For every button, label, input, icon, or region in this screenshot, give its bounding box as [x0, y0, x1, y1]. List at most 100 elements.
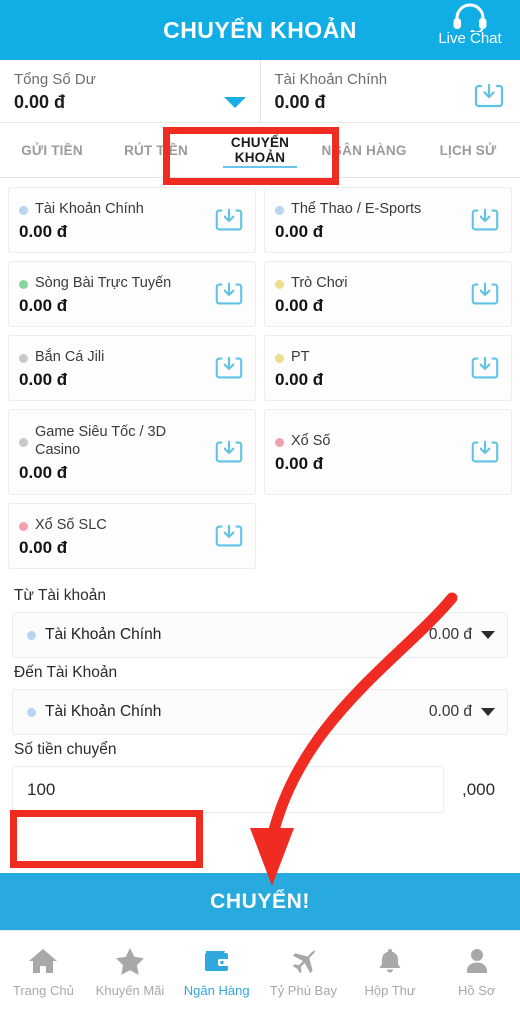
- caret-down-icon[interactable]: [223, 97, 246, 108]
- wallet-amount: 0.00 đ: [19, 222, 68, 241]
- download-tray-icon[interactable]: [213, 520, 247, 554]
- tab-label: NGÂN HÀNG: [321, 142, 407, 158]
- wallet-name: Xổ Số: [291, 433, 331, 449]
- wallet-card[interactable]: Sòng Bài Trực Tuyến 0.00 đ: [8, 261, 256, 327]
- nav-item-ngan-hang[interactable]: Ngân Hàng: [173, 931, 260, 1024]
- live-chat-button[interactable]: Live Chat: [426, 2, 514, 47]
- amount-row: ,000: [12, 766, 508, 813]
- wallet-card[interactable]: Game Siêu Tốc / 3D Casino 0.00 đ: [8, 409, 256, 495]
- nav-label: Ngân Hàng: [183, 983, 250, 998]
- content-area: Tài Khoản Chính 0.00 đ Thể Thao / E-Spor…: [0, 179, 520, 873]
- nav-item-hop-thu[interactable]: Hộp Thư: [347, 931, 434, 1024]
- app-screen: CHUYỂN KHOẢN Live Chat Tổng Số Dư 0.00 đ: [0, 0, 520, 1024]
- wallet-card-grid: Tài Khoản Chính 0.00 đ Thể Thao / E-Spor…: [0, 179, 520, 569]
- wallet-name: Sòng Bài Trực Tuyến: [35, 275, 172, 291]
- status-dot: [19, 354, 28, 363]
- main-account-cell: Tài Khoản Chính 0.00 đ: [259, 60, 520, 122]
- to-account-amount: 0.00 đ: [428, 703, 472, 720]
- download-tray-icon[interactable]: [472, 79, 506, 113]
- submit-transfer-button[interactable]: CHUYỂN!: [0, 873, 520, 930]
- amount-input[interactable]: [12, 766, 444, 813]
- nav-label: Hồ Sơ: [457, 983, 496, 998]
- tab-rut-tien[interactable]: RÚT TIỀN: [104, 123, 208, 177]
- total-balance-label: Tổng Số Dư: [14, 71, 96, 88]
- tab-label: LỊCH SỬ: [439, 142, 497, 158]
- tab-ngan-hang[interactable]: NGÂN HÀNG: [312, 123, 416, 177]
- tab-label: RÚT TIỀN: [124, 142, 188, 158]
- amount-label: Số tiền chuyển: [14, 741, 117, 758]
- wallet-amount: 0.00 đ: [275, 454, 324, 473]
- nav-label: Trang Chủ: [12, 983, 74, 998]
- chevron-down-icon: [481, 631, 495, 639]
- wallet-card[interactable]: Trò Chơi 0.00 đ: [264, 261, 512, 327]
- wallet-card[interactable]: Xổ Số SLC 0.00 đ: [8, 503, 256, 569]
- total-balance-cell[interactable]: Tổng Số Dư 0.00 đ: [0, 60, 260, 122]
- status-dot: [19, 206, 28, 215]
- tab-bar: GỬI TIỀN RÚT TIỀN CHUYỂN KHOẢN NGÂN HÀNG…: [0, 123, 520, 178]
- transfer-form: Từ Tài khoản Tài Khoản Chính 0.00 đ Đến …: [0, 569, 520, 813]
- nav-label: Tỷ Phú Bay: [269, 983, 337, 998]
- nav-item-khuyen-mai[interactable]: Khuyến Mãi: [87, 931, 174, 1024]
- from-account-amount: 0.00 đ: [428, 626, 472, 643]
- from-account-select[interactable]: Tài Khoản Chính 0.00 đ: [12, 612, 508, 658]
- wallet-amount: 0.00 đ: [275, 296, 324, 315]
- from-account-label: Từ Tài khoản: [14, 587, 106, 604]
- wallet-amount: 0.00 đ: [19, 370, 68, 389]
- wallet-name: Bắn Cá Jili: [35, 349, 105, 365]
- wallet-name: Trò Chơi: [291, 275, 348, 291]
- app-header: CHUYỂN KHOẢN Live Chat: [0, 0, 520, 60]
- status-dot: [19, 438, 28, 447]
- download-tray-icon[interactable]: [469, 352, 503, 386]
- balance-bar: Tổng Số Dư 0.00 đ Tài Khoản Chính 0.00 đ: [0, 60, 520, 123]
- download-tray-icon[interactable]: [213, 352, 247, 386]
- wallet-amount: 0.00 đ: [19, 463, 68, 482]
- status-dot: [275, 438, 284, 447]
- nav-item-trang-chu[interactable]: Trang Chủ: [0, 931, 87, 1024]
- download-tray-icon[interactable]: [469, 436, 503, 470]
- status-dot: [27, 707, 36, 717]
- tab-lich-su[interactable]: LỊCH SỬ: [416, 123, 520, 177]
- to-account-value: Tài Khoản Chính: [45, 703, 162, 720]
- main-account-amount: 0.00 đ: [274, 92, 326, 112]
- headset-icon: [451, 2, 489, 32]
- live-chat-label: Live Chat: [438, 30, 502, 47]
- status-dot: [275, 206, 284, 215]
- wallet-card[interactable]: Xổ Số 0.00 đ: [264, 409, 512, 495]
- to-account-label: Đến Tài Khoản: [14, 664, 118, 681]
- plane-icon: [288, 945, 318, 977]
- download-tray-icon[interactable]: [469, 278, 503, 312]
- download-tray-icon[interactable]: [469, 204, 503, 238]
- tab-gui-tien[interactable]: GỬI TIỀN: [0, 123, 104, 177]
- wallet-amount: 0.00 đ: [275, 222, 324, 241]
- tab-chuyen-khoan[interactable]: CHUYỂN KHOẢN: [208, 123, 312, 177]
- home-icon: [28, 945, 58, 977]
- nav-item-ty-phu-bay[interactable]: Tỷ Phú Bay: [260, 931, 347, 1024]
- status-dot: [275, 280, 284, 289]
- nav-label: Hộp Thư: [364, 983, 416, 998]
- tab-label: CHUYỂN KHOẢN: [230, 135, 290, 165]
- wallet-name: PT: [291, 349, 310, 365]
- status-dot: [275, 354, 284, 363]
- wallet-card[interactable]: Tài Khoản Chính 0.00 đ: [8, 187, 256, 253]
- total-balance-amount: 0.00 đ: [14, 92, 66, 112]
- to-account-select[interactable]: Tài Khoản Chính 0.00 đ: [12, 689, 508, 735]
- wallet-card[interactable]: Thể Thao / E-Sports 0.00 đ: [264, 187, 512, 253]
- download-tray-icon[interactable]: [213, 278, 247, 312]
- wallet-amount: 0.00 đ: [275, 370, 324, 389]
- from-account-value: Tài Khoản Chính: [45, 626, 162, 643]
- wallet-card[interactable]: Bắn Cá Jili 0.00 đ: [8, 335, 256, 401]
- download-tray-icon[interactable]: [213, 436, 247, 470]
- tab-label: GỬI TIỀN: [21, 142, 83, 158]
- status-dot: [19, 280, 28, 289]
- bell-icon: [375, 945, 405, 977]
- amount-suffix: ,000: [462, 779, 496, 799]
- star-icon: [115, 945, 145, 977]
- download-tray-icon[interactable]: [213, 204, 247, 238]
- main-account-label: Tài Khoản Chính: [274, 71, 388, 88]
- wallet-card[interactable]: PT 0.00 đ: [264, 335, 512, 401]
- nav-item-ho-so[interactable]: Hồ Sơ: [433, 931, 520, 1024]
- wallet-icon: [202, 945, 232, 977]
- status-dot: [27, 630, 36, 640]
- wallet-name: Game Siêu Tốc / 3D Casino: [35, 424, 167, 458]
- wallet-amount: 0.00 đ: [19, 538, 68, 557]
